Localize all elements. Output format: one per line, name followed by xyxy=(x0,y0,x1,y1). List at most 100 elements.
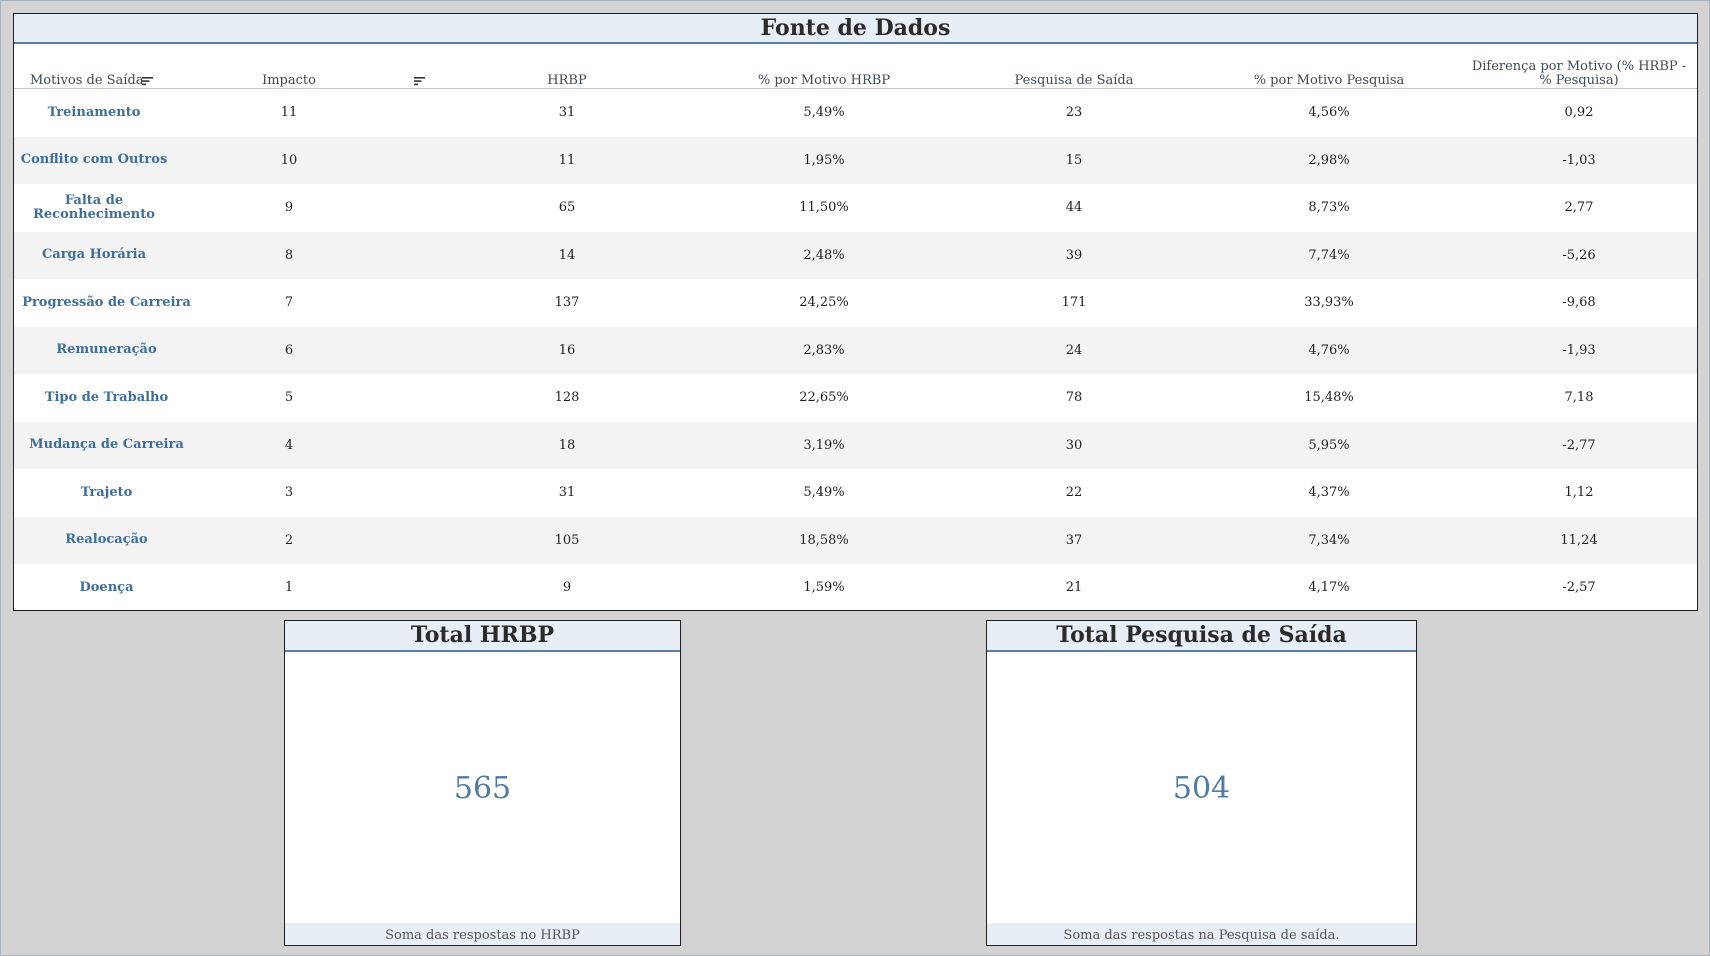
sort-icon[interactable] xyxy=(414,76,426,86)
table-row: Remuneração 6 16 2,83% 24 4,76% -1,93 xyxy=(14,326,1697,375)
diferenca-cell: 11,24 xyxy=(1560,532,1598,548)
motivo-cell[interactable]: Treinamento xyxy=(14,89,174,137)
impacto-cell: 6 xyxy=(284,342,294,358)
header-impacto[interactable]: Impacto xyxy=(214,74,364,88)
hrbp-cell: 9 xyxy=(562,580,572,596)
pct-pesquisa-cell: 4,37% xyxy=(1308,485,1350,501)
diferenca-cell: -1,93 xyxy=(1562,342,1596,358)
impacto-cell: 10 xyxy=(280,152,298,168)
pesquisa-cell: 171 xyxy=(1061,295,1087,311)
hrbp-cell: 31 xyxy=(558,105,576,121)
pesquisa-cell: 39 xyxy=(1065,247,1083,263)
pct-hrbp-cell: 22,65% xyxy=(799,390,849,406)
table-row: Trajeto 3 31 5,49% 22 4,37% 1,12 xyxy=(14,469,1697,517)
hrbp-cell: 137 xyxy=(554,295,580,311)
pesquisa-cell: 21 xyxy=(1065,580,1083,596)
pct-pesquisa-cell: 5,95% xyxy=(1308,437,1350,453)
total-pesquisa-saida-title: Total Pesquisa de Saída xyxy=(987,621,1416,652)
pesquisa-cell: 22 xyxy=(1065,485,1083,501)
total-hrbp-card: Total HRBP 565 Soma das respostas no HRB… xyxy=(284,620,681,946)
hrbp-cell: 18 xyxy=(558,437,576,453)
header-hrbp[interactable]: HRBP xyxy=(492,74,642,88)
pct-pesquisa-cell: 33,93% xyxy=(1304,295,1354,311)
pct-hrbp-cell: 1,95% xyxy=(803,152,845,168)
diferenca-cell: 7,18 xyxy=(1564,390,1594,406)
pct-hrbp-cell: 2,83% xyxy=(803,342,845,358)
total-hrbp-title: Total HRBP xyxy=(285,621,680,652)
impacto-cell: 8 xyxy=(284,247,294,263)
pct-hrbp-cell: 18,58% xyxy=(799,532,849,548)
pct-hrbp-cell: 2,48% xyxy=(803,247,845,263)
motivo-cell[interactable]: Doença xyxy=(14,564,199,612)
impacto-cell: 3 xyxy=(284,485,294,501)
diferenca-cell: -5,26 xyxy=(1562,247,1596,263)
table-row: Mudança de Carreira 4 18 3,19% 30 5,95% … xyxy=(14,421,1697,470)
sort-icon[interactable] xyxy=(142,76,154,86)
impacto-cell: 1 xyxy=(284,580,294,596)
pesquisa-cell: 15 xyxy=(1065,152,1083,168)
pct-hrbp-cell: 5,49% xyxy=(803,105,845,121)
total-pesquisa-saida-value: 504 xyxy=(1172,771,1231,806)
hrbp-cell: 31 xyxy=(558,485,576,501)
pesquisa-cell: 24 xyxy=(1065,342,1083,358)
pct-pesquisa-cell: 2,98% xyxy=(1308,152,1350,168)
pct-pesquisa-cell: 15,48% xyxy=(1304,390,1354,406)
pesquisa-cell: 37 xyxy=(1065,532,1083,548)
total-hrbp-value: 565 xyxy=(453,771,512,806)
motivo-cell[interactable]: Trajeto xyxy=(14,469,199,517)
motivo-cell[interactable]: Falta de Reconhecimento xyxy=(14,184,174,232)
header-pct-hrbp[interactable]: % por Motivo HRBP xyxy=(714,74,934,88)
table-row: Treinamento 11 31 5,49% 23 4,56% 0,92 xyxy=(14,89,1697,137)
header-motivos-label: Motivos de Saída xyxy=(30,73,144,88)
pct-pesquisa-cell: 7,74% xyxy=(1308,247,1350,263)
pct-pesquisa-cell: 7,34% xyxy=(1308,532,1350,548)
motivo-cell[interactable]: Mudança de Carreira xyxy=(14,422,199,470)
motivo-cell[interactable]: Remuneração xyxy=(14,327,199,375)
hrbp-cell: 16 xyxy=(558,342,576,358)
diferenca-cell: -1,03 xyxy=(1562,152,1596,168)
pesquisa-cell: 44 xyxy=(1065,200,1083,216)
pesquisa-cell: 30 xyxy=(1065,437,1083,453)
header-pct-pesquisa[interactable]: % por Motivo Pesquisa xyxy=(1214,74,1444,88)
diferenca-cell: 0,92 xyxy=(1564,105,1594,121)
motivo-cell[interactable]: Tipo de Trabalho xyxy=(14,374,199,422)
pct-hrbp-cell: 5,49% xyxy=(803,485,845,501)
diferenca-cell: 1,12 xyxy=(1564,485,1594,501)
hrbp-cell: 105 xyxy=(554,532,580,548)
pct-hrbp-cell: 1,59% xyxy=(803,580,845,596)
total-hrbp-footer: Soma das respostas no HRBP xyxy=(285,923,680,945)
impacto-cell: 4 xyxy=(284,437,294,453)
header-diferenca[interactable]: Diferença por Motivo (% HRBP - % Pesquis… xyxy=(1464,60,1694,88)
motivo-cell[interactable]: Carga Horária xyxy=(14,232,174,280)
pct-pesquisa-cell: 4,76% xyxy=(1308,342,1350,358)
table-row: Realocação 2 105 18,58% 37 7,34% 11,24 xyxy=(14,516,1697,565)
diferenca-cell: -9,68 xyxy=(1562,295,1596,311)
pct-pesquisa-cell: 4,17% xyxy=(1308,580,1350,596)
motivo-cell[interactable]: Conflito com Outros xyxy=(14,137,174,185)
diferenca-cell: -2,57 xyxy=(1562,580,1596,596)
total-pesquisa-saida-card: Total Pesquisa de Saída 504 Soma das res… xyxy=(986,620,1417,946)
table-title: Fonte de Dados xyxy=(14,14,1697,44)
impacto-cell: 11 xyxy=(280,105,298,121)
motivo-cell[interactable]: Realocação xyxy=(14,517,199,565)
diferenca-cell: -2,77 xyxy=(1562,437,1596,453)
hrbp-cell: 128 xyxy=(554,390,580,406)
pct-pesquisa-cell: 4,56% xyxy=(1308,105,1350,121)
impacto-cell: 9 xyxy=(284,200,294,216)
header-pesquisa[interactable]: Pesquisa de Saída xyxy=(974,74,1174,88)
total-pesquisa-saida-footer: Soma das respostas na Pesquisa de saída. xyxy=(987,923,1416,945)
impacto-cell: 7 xyxy=(284,295,294,311)
table-row: Tipo de Trabalho 5 128 22,65% 78 15,48% … xyxy=(14,374,1697,422)
header-motivos[interactable]: Motivos de Saída xyxy=(14,74,180,88)
diferenca-cell: 2,77 xyxy=(1564,200,1594,216)
motivo-cell[interactable]: Progressão de Carreira xyxy=(14,279,199,327)
table-row: Doença 1 9 1,59% 21 4,17% -2,57 xyxy=(14,564,1697,612)
impacto-cell: 2 xyxy=(284,532,294,548)
hrbp-cell: 65 xyxy=(558,200,576,216)
table-row: Falta de Reconhecimento 9 65 11,50% 44 8… xyxy=(14,184,1697,232)
data-source-table-panel: Fonte de Dados Motivos de Saída Impacto … xyxy=(13,13,1698,611)
table-body: Treinamento 11 31 5,49% 23 4,56% 0,92 Co… xyxy=(14,89,1697,612)
pct-hrbp-cell: 24,25% xyxy=(799,295,849,311)
pct-hrbp-cell: 11,50% xyxy=(799,200,849,216)
table-header: Motivos de Saída Impacto HRBP % por Moti… xyxy=(14,44,1697,89)
